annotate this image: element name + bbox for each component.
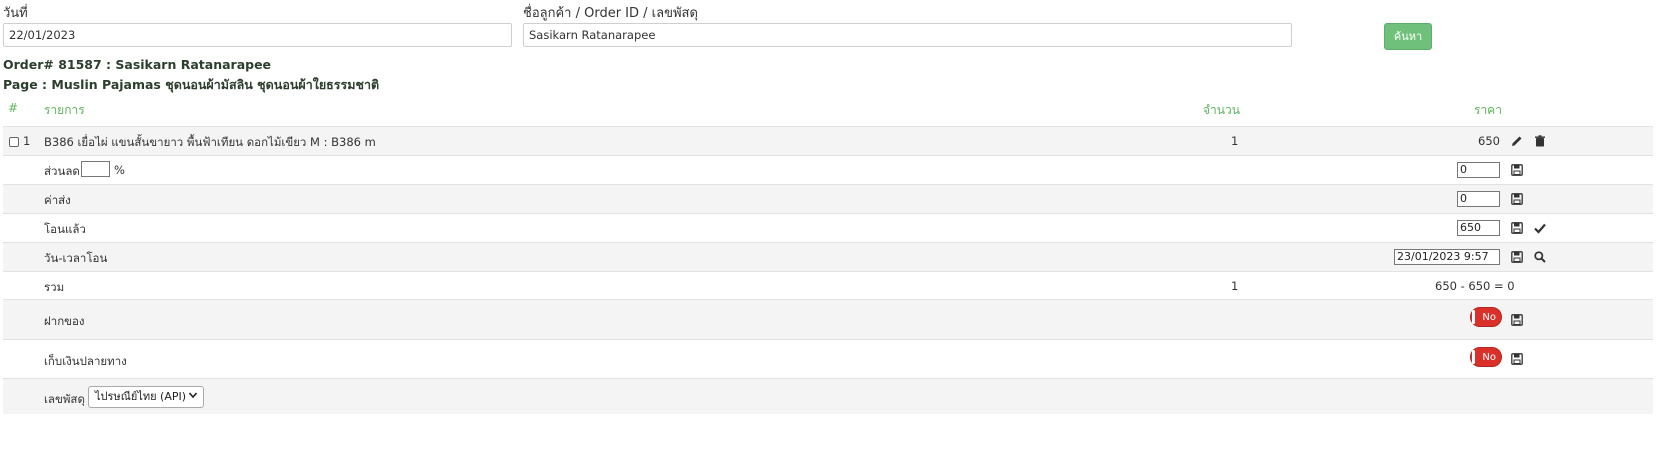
item-quantity: 1 [1231, 134, 1239, 148]
transferred-label: โอนแล้ว [44, 222, 86, 236]
tracking-label: เลขพัสดุ [44, 392, 85, 406]
deposit-toggle[interactable]: No [1470, 307, 1502, 327]
save-icon[interactable] [1511, 193, 1523, 205]
toggle-knob [1472, 350, 1475, 364]
cod-label: เก็บเงินปลายทาง [44, 354, 127, 368]
transfer-time-input[interactable]: 23/01/2023 9:57 [1394, 249, 1500, 265]
carrier-select[interactable]: ไปรษณีย์ไทย (API) [88, 386, 204, 408]
toggle-knob [1472, 310, 1475, 324]
cod-toggle-text: No [1482, 352, 1496, 363]
total-label: รวม [44, 280, 65, 294]
table-row-discount: ส่วนลด % 0 [3, 155, 1653, 184]
deposit-label: ฝากของ [44, 314, 85, 328]
discount-amount-input[interactable]: 0 [1457, 162, 1500, 178]
customer-search-label: ชื่อลูกค้า / Order ID / เลขพัสดุ [523, 6, 698, 21]
date-input[interactable]: 22/01/2023 [3, 23, 512, 47]
table-row-transfer-time: วัน-เวลาโอน 23/01/2023 9:57 [3, 242, 1653, 271]
total-quantity: 1 [1231, 279, 1239, 293]
discount-label: ส่วนลด [44, 164, 80, 178]
item-price: 650 [1478, 134, 1500, 148]
header-quantity: จำนวน [1203, 103, 1240, 117]
search-button[interactable]: ค้นหา [1384, 23, 1432, 50]
trash-icon[interactable] [1534, 135, 1546, 147]
header-number: # [8, 101, 19, 115]
table-row-tracking: เลขพัสดุ ไปรษณีย์ไทย (API) [3, 378, 1653, 414]
table-row-total: รวม 1 650 - 650 = 0 [3, 271, 1653, 299]
table-row-transferred: โอนแล้ว 650 [3, 213, 1653, 242]
order-title: Order# 81587 : Sasikarn Ratanarapee [3, 57, 272, 72]
discount-percent-input[interactable] [81, 161, 110, 177]
percent-sign: % [114, 163, 125, 177]
search-icon[interactable] [1534, 251, 1546, 263]
transfer-time-label: วัน-เวลาโอน [44, 251, 108, 265]
save-icon[interactable] [1511, 314, 1523, 326]
transferred-input[interactable]: 650 [1457, 220, 1500, 236]
table-row-shipping: ค่าส่ง 0 [3, 184, 1653, 213]
table-row-cod: เก็บเงินปลายทาง No [3, 339, 1653, 378]
item-checkbox[interactable] [9, 137, 19, 147]
customer-search-input[interactable]: Sasikarn Ratanarapee [523, 23, 1292, 47]
check-icon[interactable] [1534, 222, 1546, 234]
deposit-toggle-text: No [1482, 312, 1496, 323]
save-icon[interactable] [1511, 222, 1523, 234]
carrier-select-value: ไปรษณีย์ไทย (API) [95, 390, 187, 403]
save-icon[interactable] [1511, 251, 1523, 263]
save-icon[interactable] [1511, 164, 1523, 176]
save-icon[interactable] [1511, 353, 1523, 365]
cod-toggle[interactable]: No [1470, 347, 1502, 367]
total-value: 650 - 650 = 0 [1435, 279, 1515, 293]
shipping-input[interactable]: 0 [1457, 191, 1500, 207]
shipping-label: ค่าส่ง [44, 193, 71, 207]
item-name: B386 เยื่อไผ่ แขนสั้นขายาว พื้นฟ้าเทียน … [44, 135, 376, 149]
table-row-deposit: ฝากของ No [3, 299, 1653, 339]
date-label: วันที่ [3, 6, 28, 21]
item-index: 1 [23, 134, 31, 148]
header-item: รายการ [44, 103, 85, 117]
chevron-down-icon [188, 392, 198, 399]
header-price: ราคา [1474, 103, 1502, 117]
pencil-icon[interactable] [1511, 135, 1523, 147]
order-page: Page : Muslin Pajamas ชุดนอนผ้ามัสลิน ชุ… [3, 77, 380, 92]
table-row-item: 1 B386 เยื่อไผ่ แขนสั้นขายาว พื้นฟ้าเทีย… [3, 126, 1653, 155]
